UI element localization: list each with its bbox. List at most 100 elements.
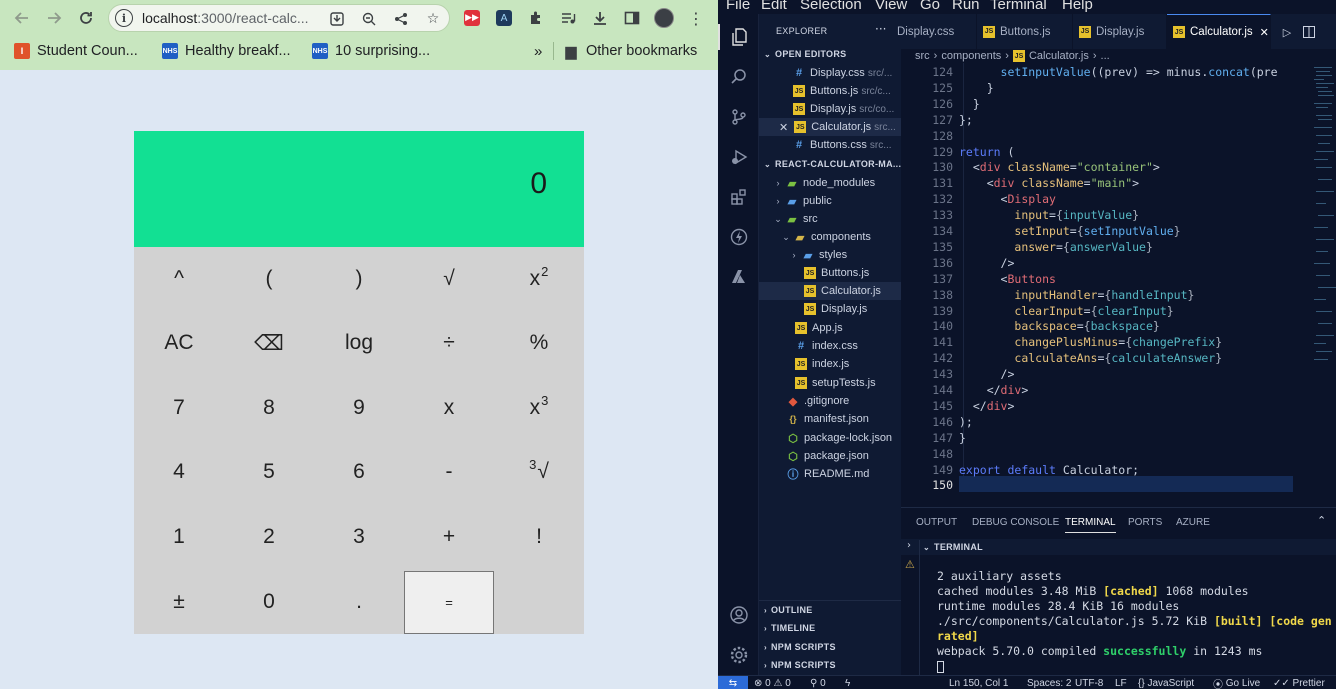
npm-scripts-section[interactable]: › NPM SCRIPTS <box>764 660 836 670</box>
chevron-right-icon[interactable]: › <box>907 540 911 551</box>
cursor-position[interactable]: Ln 150, Col 1 <box>949 676 1009 689</box>
prettier-status[interactable]: ✓✓ Prettier <box>1273 676 1325 689</box>
remote-icon[interactable]: ⇆ <box>718 676 748 689</box>
key-cube[interactable]: x3 <box>494 376 584 440</box>
tree-folder-components[interactable]: ⌄ ▰ components <box>759 228 901 246</box>
key-0[interactable]: 0 <box>224 570 314 634</box>
breadcrumb-item[interactable]: Calculator.js <box>1029 50 1089 62</box>
tree-folder-node-modules[interactable]: › ▰ node_modules <box>759 174 901 192</box>
lightning-icon[interactable] <box>726 224 752 250</box>
zoom-icon[interactable] <box>359 9 379 29</box>
forward-arrow-icon[interactable] <box>41 5 67 31</box>
key-plus[interactable]: + <box>404 505 494 569</box>
panel-tab-terminal[interactable]: TERMINAL <box>1065 517 1116 533</box>
extension-a-icon[interactable]: A <box>492 6 516 30</box>
site-info-icon[interactable]: i <box>115 9 133 27</box>
key-square[interactable]: x2 <box>494 247 584 311</box>
tab-display-css[interactable]: Display.css <box>897 14 977 49</box>
explorer-files-icon[interactable] <box>726 24 752 50</box>
key-percent[interactable]: % <box>494 311 584 375</box>
key-4[interactable]: 4 <box>134 440 224 504</box>
tree-file[interactable]: # index.css <box>759 337 901 355</box>
tree-folder-src[interactable]: ⌄ ▰ src <box>759 210 901 228</box>
key-cube-root[interactable]: 3 √ <box>494 440 584 504</box>
key-backspace[interactable]: ⌫ <box>224 311 314 375</box>
key-7[interactable]: 7 <box>134 376 224 440</box>
tree-file[interactable]: ⬡ package-lock.json <box>759 429 901 447</box>
tab-calculator-js[interactable]: JS Calculator.js ✕ <box>1167 14 1271 49</box>
panel-tab-output[interactable]: OUTPUT <box>916 517 957 528</box>
tree-file[interactable]: JS App.js <box>759 319 901 337</box>
errors-warnings[interactable]: ⊗ 0 ⚠ 0 <box>754 676 791 689</box>
share-icon[interactable] <box>391 9 411 29</box>
extensions-icon[interactable] <box>726 184 752 210</box>
side-panel-icon[interactable] <box>620 6 644 30</box>
breadcrumb-item[interactable]: components <box>941 50 1001 62</box>
panel-tab-azure[interactable]: AZURE <box>1176 517 1210 528</box>
menu-view[interactable]: View <box>875 0 907 13</box>
key-close-paren[interactable]: ) <box>314 247 404 311</box>
other-bookmarks-folder[interactable]: ▆ Other bookmarks <box>563 41 698 61</box>
key-plus-minus[interactable]: ± <box>134 570 224 634</box>
key-open-paren[interactable]: ( <box>224 247 314 311</box>
project-header[interactable]: ⌄ REACT-CALCULATOR-MA... <box>764 159 901 169</box>
key-1[interactable]: 1 <box>134 505 224 569</box>
key-divide[interactable]: ÷ <box>404 311 494 375</box>
menu-run[interactable]: Run <box>952 0 980 13</box>
chevron-up-icon[interactable]: ⌃ <box>1317 514 1326 527</box>
open-editor-item[interactable]: # Display.css src/... <box>759 64 901 82</box>
close-icon[interactable]: ✕ <box>1260 26 1269 39</box>
run-debug-icon[interactable] <box>726 144 752 170</box>
go-live-button[interactable]: ⦿ Go Live <box>1213 676 1260 689</box>
menu-go[interactable]: Go <box>920 0 940 13</box>
key-minus[interactable]: - <box>404 440 494 504</box>
key-multiply[interactable]: x <box>404 376 494 440</box>
tree-file[interactable]: ⬡ package.json <box>759 447 901 465</box>
url-text[interactable]: localhost:3000/react-calc... <box>142 10 309 26</box>
tree-file[interactable]: JS index.js <box>759 355 901 373</box>
open-editor-item[interactable]: # Buttons.css src... <box>759 136 901 154</box>
tree-file-selected[interactable]: JS Calculator.js <box>759 282 901 300</box>
profile-avatar[interactable] <box>652 6 676 30</box>
search-icon[interactable] <box>726 64 752 90</box>
key-power[interactable]: ^ <box>134 247 224 311</box>
tab-buttons-js[interactable]: JS Buttons.js <box>977 14 1073 49</box>
key-9[interactable]: 9 <box>314 376 404 440</box>
open-editor-item-active[interactable]: ✕ JS Calculator.js src... <box>759 118 901 136</box>
ports-status[interactable]: ⚲ 0 <box>810 676 826 689</box>
language-mode[interactable]: {} JavaScript <box>1138 676 1194 689</box>
menu-terminal[interactable]: Terminal <box>990 0 1047 13</box>
tree-file[interactable]: ◆ .gitignore <box>759 392 901 410</box>
bookmarks-overflow-button[interactable]: » <box>534 41 542 61</box>
breadcrumb-item[interactable]: ... <box>1101 50 1110 62</box>
download-icon[interactable] <box>588 6 612 30</box>
terminal-title[interactable]: ⌄ TERMINAL <box>923 542 983 552</box>
account-icon[interactable] <box>726 602 752 628</box>
key-decimal[interactable]: . <box>314 570 404 634</box>
tree-file[interactable]: ⓘ README.md <box>759 465 901 483</box>
open-editors-header[interactable]: ⌄ OPEN EDITORS <box>764 49 846 59</box>
extension-red-icon[interactable]: ▶▶ <box>460 6 484 30</box>
panel-tab-debug-console[interactable]: DEBUG CONSOLE <box>972 517 1059 528</box>
bookmark-student-council[interactable]: I Student Coun... <box>14 41 138 61</box>
install-app-icon[interactable] <box>327 9 347 29</box>
tree-file[interactable]: JS setupTests.js <box>759 374 901 392</box>
bookmark-healthy-breakfast[interactable]: NHS Healthy breakf... <box>162 41 291 61</box>
reload-icon[interactable] <box>73 5 99 31</box>
encoding[interactable]: UTF-8 <box>1075 676 1103 689</box>
back-arrow-icon[interactable] <box>9 5 35 31</box>
tree-file[interactable]: JS Buttons.js <box>759 264 901 282</box>
breadcrumb-item[interactable]: src <box>915 50 930 62</box>
tree-file[interactable]: JS Display.js <box>759 300 901 318</box>
key-8[interactable]: 8 <box>224 376 314 440</box>
timeline-section[interactable]: › TIMELINE <box>764 623 815 633</box>
kebab-menu-icon[interactable]: ⋮ <box>684 6 708 30</box>
azure-icon[interactable] <box>726 264 752 290</box>
lightning-icon[interactable]: ϟ <box>845 676 850 689</box>
menu-edit[interactable]: Edit <box>761 0 787 13</box>
open-editor-item[interactable]: JS Buttons.js src/c... <box>759 82 901 100</box>
outline-section[interactable]: › OUTLINE <box>764 605 813 615</box>
tree-file[interactable]: {} manifest.json <box>759 410 901 428</box>
key-factorial[interactable]: ! <box>494 505 584 569</box>
key-2[interactable]: 2 <box>224 505 314 569</box>
